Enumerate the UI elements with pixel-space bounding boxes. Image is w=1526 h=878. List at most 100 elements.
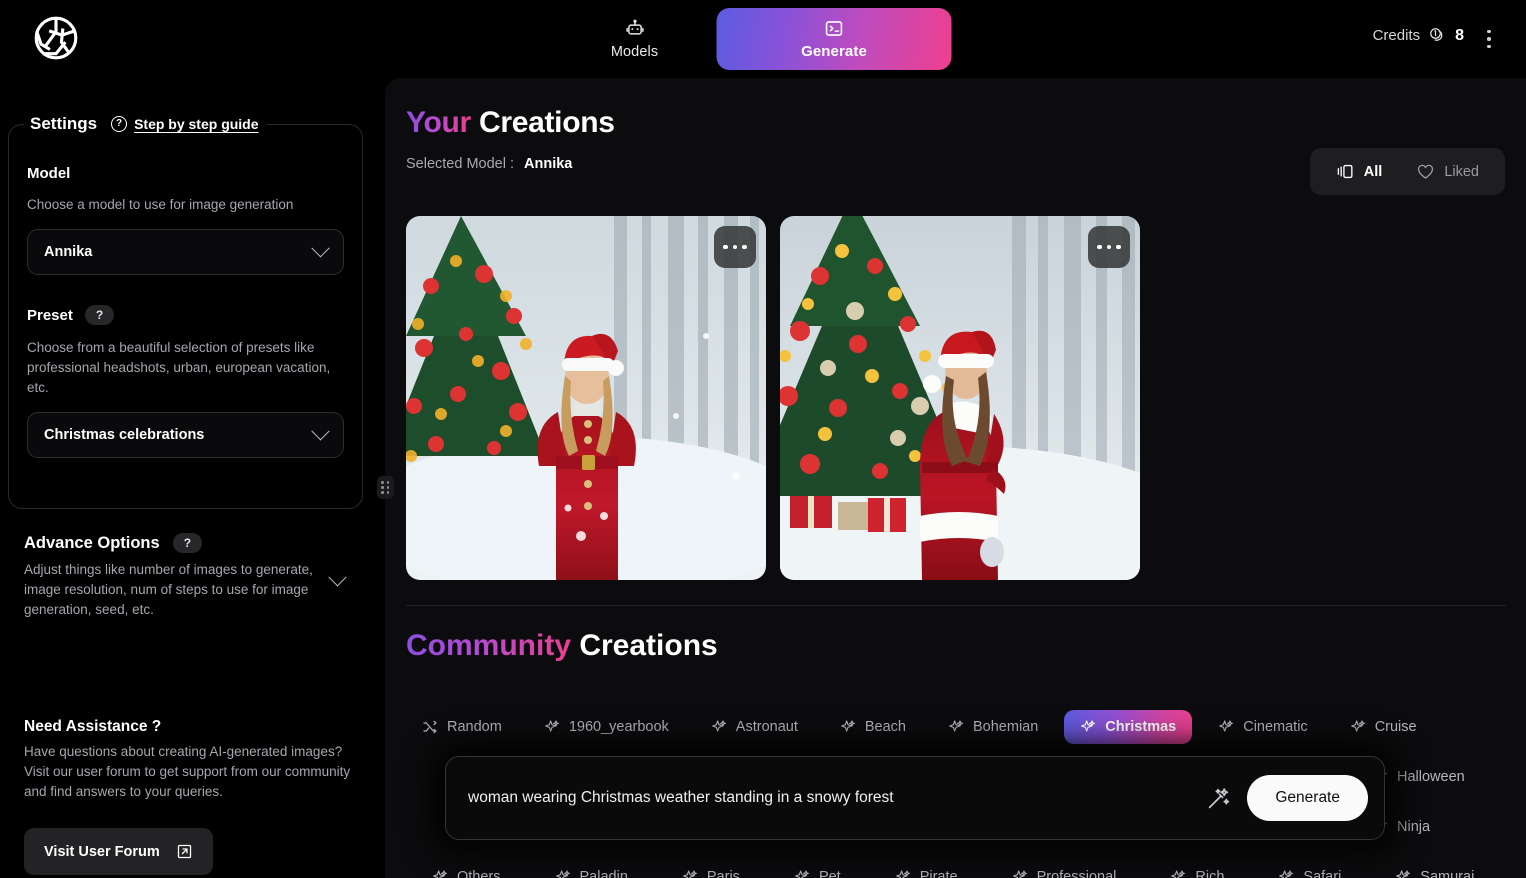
sparkle-icon [1350,719,1366,735]
magic-wand-icon[interactable] [1206,786,1231,811]
settings-panel: Model Choose a model to use for image ge… [8,124,363,509]
creation-card[interactable] [406,216,766,580]
tag-paris[interactable]: Paris [666,860,756,878]
tag-pirate[interactable]: Pirate [879,860,974,878]
tag-row: Others Paladin Paris Pet Pirate Professi… [406,853,1506,878]
sparkle-icon [1170,869,1186,878]
creations-grid [406,216,1140,580]
model-select[interactable]: Annika [27,229,344,275]
prompt-input[interactable]: woman wearing Christmas weather standing… [468,789,1206,807]
external-link-icon [176,843,193,860]
chevron-down-icon[interactable] [328,568,347,587]
tag-rich[interactable]: Rich [1154,860,1240,878]
sparkle-icon [711,719,727,735]
sidebar-resize-handle[interactable] [377,476,394,499]
advance-options-section[interactable]: Advance Options ? Adjust things like num… [24,533,364,620]
kebab-menu-icon[interactable] [1474,22,1504,56]
creation-image [406,216,766,580]
visit-user-forum-button[interactable]: Visit User Forum [24,828,213,875]
tag-christmas[interactable]: Christmas [1064,710,1193,744]
tag-label: Christmas [1105,719,1177,735]
app-root: Models Generate Credits 8 Settings ? Ste… [0,0,1526,878]
selected-model-value: Annika [524,156,573,172]
preset-select[interactable]: Christmas celebrations [27,412,344,458]
creation-card[interactable] [780,216,1140,580]
assistance-title: Need Assistance ? [24,718,162,735]
advance-options-description: Adjust things like number of images to g… [24,562,313,617]
tag-label: Paladin [579,869,628,878]
selected-model-label: Selected Model : [406,156,515,172]
preset-description: Choose from a beautiful selection of pre… [27,340,331,395]
tag-row: Random 1960_yearbook Astronaut Beach Boh… [406,703,1506,751]
tag-label: Professional [1036,869,1117,878]
sparkle-icon [555,869,571,878]
filter-all-button[interactable]: All [1322,157,1397,186]
nav-models[interactable]: Models [575,6,695,72]
tag-soccer[interactable]: Soccer [1512,860,1526,878]
tag-pet[interactable]: Pet [778,860,857,878]
tag-1960-yearbook[interactable]: 1960_yearbook [528,710,685,744]
tag-label: Pet [818,869,841,878]
advance-options-title: Advance Options ? [24,533,324,553]
main-nav: Models Generate [575,6,952,72]
assistance-description: Have questions about creating AI-generat… [24,744,351,799]
sparkle-icon [432,869,448,878]
tag-cinematic[interactable]: Cinematic [1202,710,1323,744]
sparkle-icon [948,719,964,735]
tag-paladin[interactable]: Paladin [539,860,644,878]
community-title-rest: Creations [579,629,718,662]
tag-label: Halloween [1397,769,1465,785]
filter-liked-button[interactable]: Liked [1402,157,1493,186]
credits-label: Credits [1372,27,1421,44]
sparkle-icon [544,719,560,735]
app-logo[interactable] [28,10,84,66]
settings-title: Settings [30,114,98,133]
tag-random[interactable]: Random [406,710,518,744]
tag-others[interactable]: Others [416,860,517,878]
page-title: Your Creations [406,106,1505,140]
creation-options-button[interactable] [1088,226,1130,268]
tag-label: Astronaut [735,719,798,735]
tag-cruise[interactable]: Cruise [1334,710,1433,744]
sparkle-icon [794,869,810,878]
sparkle-icon [682,869,698,878]
need-assistance-section: Need Assistance ? Have questions about c… [24,718,364,875]
tag-label: Safari [1303,869,1342,878]
question-circle-icon: ? [111,116,128,132]
creation-image [780,216,1140,580]
tag-bohemian[interactable]: Bohemian [932,710,1054,744]
community-title-accent: Community [406,629,571,662]
coins-icon [1428,26,1447,45]
preset-help-badge[interactable]: ? [84,305,115,325]
nav-generate[interactable]: Generate [716,8,952,70]
generate-button[interactable]: Generate [1247,775,1368,821]
creation-options-button[interactable] [714,226,756,268]
filter-all-label: All [1363,163,1383,180]
tag-safari[interactable]: Safari [1262,860,1357,878]
preset-label-text: Preset [27,306,73,324]
tag-professional[interactable]: Professional [996,860,1133,878]
section-divider [406,605,1506,606]
sparkle-icon [1080,719,1096,735]
tag-label: Cinematic [1243,719,1308,735]
aperture-icon [31,13,81,63]
advance-help-badge[interactable]: ? [172,533,203,553]
community-title: Community Creations [406,629,718,663]
tag-astronaut[interactable]: Astronaut [695,710,814,744]
view-filter-toggle: All Liked [1309,148,1505,195]
step-by-step-guide-link[interactable]: ? Step by step guide [111,116,259,132]
model-select-value: Annika [44,244,93,260]
tag-beach[interactable]: Beach [824,710,922,744]
model-description: Choose a model to use for image generati… [27,197,294,212]
model-field-label: Model [27,165,344,182]
tag-samurai[interactable]: Samurai [1379,860,1490,878]
terminal-image-icon [824,18,845,39]
tag-label: Cruise [1374,719,1417,735]
preset-field-label: Preset ? [27,305,344,325]
page-title-rest: Creations [478,106,615,139]
tag-label: Rich [1195,869,1225,878]
top-header: Models Generate Credits 8 [0,0,1526,78]
sparkle-icon [1395,869,1411,878]
credits-display[interactable]: Credits 8 [1373,26,1464,45]
tag-label: Samurai [1420,869,1475,878]
